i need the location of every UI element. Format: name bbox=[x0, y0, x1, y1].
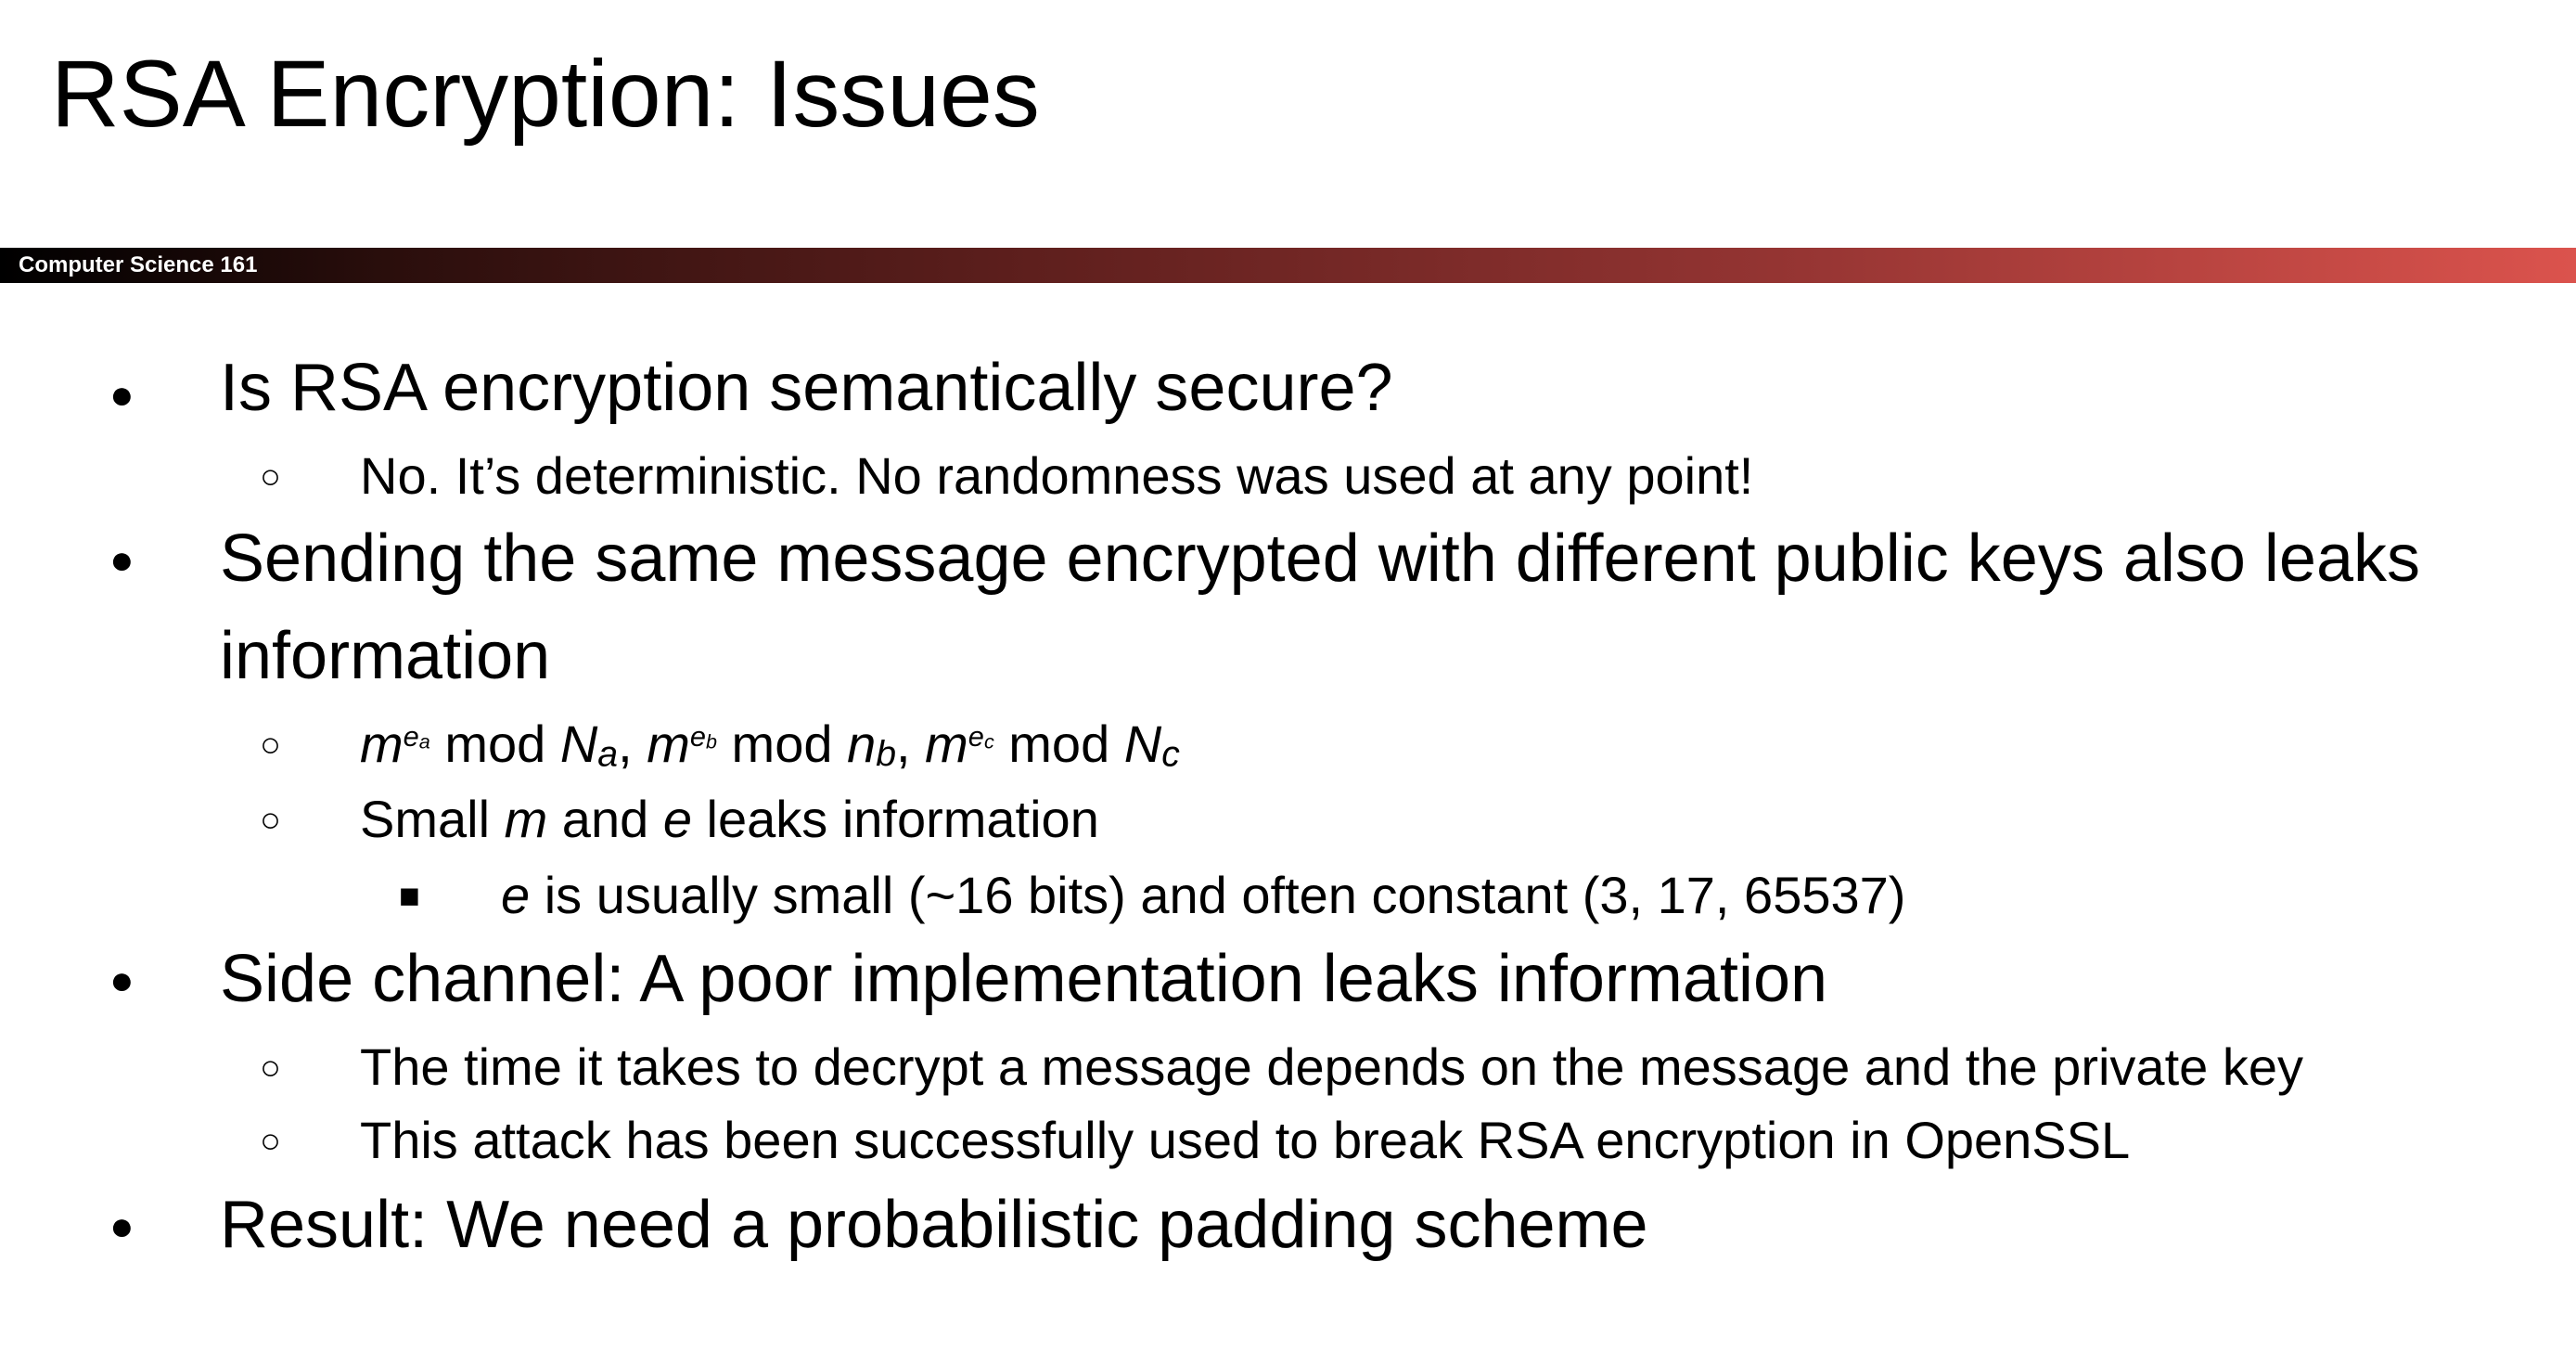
bullet-dot: ● bbox=[109, 958, 135, 1003]
course-label: Computer Science 161 bbox=[19, 252, 258, 277]
sub-bullet-circle: ○ bbox=[260, 726, 281, 765]
bullet-different-keys-line2: information bbox=[220, 619, 551, 693]
bullet-dot: ● bbox=[109, 372, 135, 418]
sub-sub-bullet-square: ■ bbox=[399, 877, 420, 916]
bullet-different-keys-line1: Sending the same message encrypted with … bbox=[220, 522, 2420, 596]
bullet-dot: ● bbox=[109, 1204, 135, 1249]
sub-bullet-circle: ○ bbox=[260, 457, 281, 496]
sub-bullet-small-m-e: Small m and e leaks information bbox=[360, 790, 1099, 848]
bullet-dot: ● bbox=[109, 537, 135, 583]
slide-title: RSA Encryption: Issues bbox=[51, 41, 1040, 147]
sub-bullet-timing: The time it takes to decrypt a message d… bbox=[360, 1037, 2303, 1096]
sub-bullet-circle: ○ bbox=[260, 801, 281, 840]
sub-bullet-deterministic: No. It’s deterministic. No randomness wa… bbox=[360, 446, 1754, 505]
bullet-result: Result: We need a probabilistic padding … bbox=[220, 1188, 1648, 1262]
sub-bullet-circle: ○ bbox=[260, 1049, 281, 1088]
sub-bullet-openssl: This attack has been successfully used t… bbox=[360, 1111, 2131, 1169]
sub-bullet-circle: ○ bbox=[260, 1122, 281, 1161]
bullet-side-channel: Side channel: A poor implementation leak… bbox=[220, 942, 1828, 1016]
bullet-semantic-security: Is RSA encryption semantically secure? bbox=[220, 351, 1393, 425]
course-banner: Computer Science 161 bbox=[0, 248, 2576, 283]
sub-sub-bullet-e-small: e is usually small (~16 bits) and often … bbox=[501, 866, 1906, 924]
sub-bullet-ciphertexts: mea mod Na, meb mod nb, mec mod Nc bbox=[360, 715, 1180, 775]
